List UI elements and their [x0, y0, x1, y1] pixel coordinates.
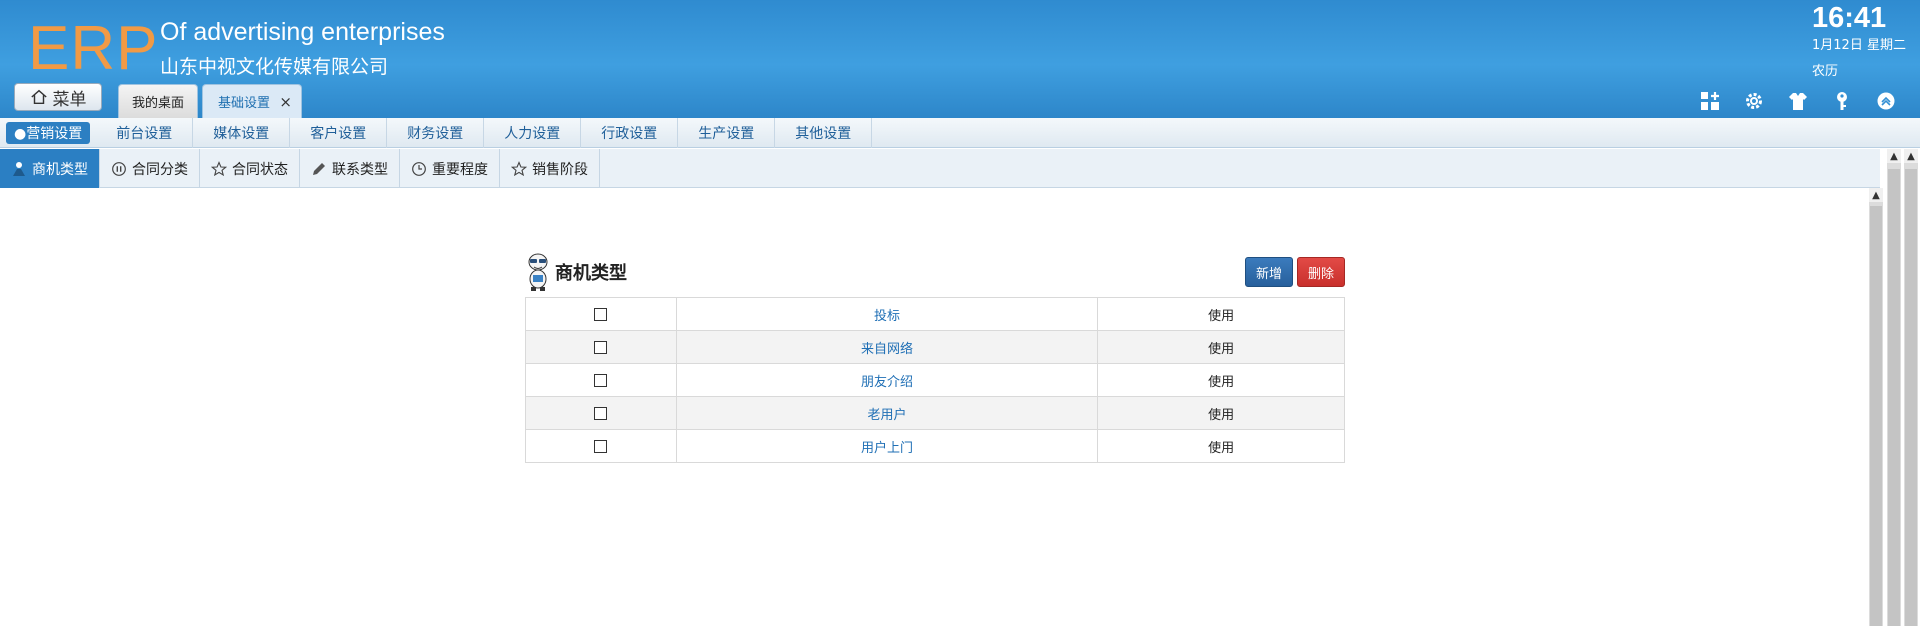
type-status: 使用 [1097, 330, 1345, 364]
type-tab-bar: 商机类型 合同分类 合同状态 联系类型 重要程度 销售阶段 [0, 149, 1880, 188]
outer-scrollbar-2[interactable]: ▲ [1904, 149, 1918, 626]
panel-title-text: 商机类型 [555, 263, 627, 284]
typetab-label: 合同分类 [132, 161, 188, 178]
clock-icon [412, 161, 426, 176]
type-name-link[interactable]: 朋友介绍 [675, 363, 1099, 397]
typetab-contract-status[interactable]: 合同状态 [200, 149, 300, 188]
home-icon [30, 89, 47, 105]
type-name-link[interactable]: 来自网络 [675, 330, 1099, 364]
company-name-en: Of advertising enterprises [160, 18, 445, 46]
type-name-link[interactable]: 用户上门 [675, 429, 1099, 463]
typetab-label: 合同状态 [232, 161, 288, 178]
chevron-up-icon[interactable] [1874, 89, 1898, 113]
subnav-hr[interactable]: 人力设置 [484, 117, 582, 148]
company-name-cn: 山东中视文化传媒有限公司 [160, 56, 389, 78]
panel-title: 商机类型 [525, 252, 627, 292]
app-header: ERP Of advertising enterprises 山东中视文化传媒有… [0, 0, 1920, 118]
scroll-thumb[interactable] [1888, 169, 1900, 626]
add-button[interactable]: 新增 [1244, 257, 1293, 287]
opportunity-type-table: 投标 使用 来自网络 使用 朋友介绍 使用 老用户 使用 用户上门 使用 [525, 297, 1345, 463]
table-row: 来自网络 使用 [525, 330, 1345, 364]
subnav-production[interactable]: 生产设置 [678, 117, 776, 148]
key-icon[interactable] [1830, 89, 1854, 113]
typetab-contact-type[interactable]: 联系类型 [300, 149, 400, 188]
person-icon [13, 161, 25, 176]
select-cell [525, 429, 677, 463]
pencil-icon [313, 162, 325, 175]
tab-label: 基础设置 [218, 96, 271, 111]
star-icon [511, 160, 527, 176]
type-status: 使用 [1097, 363, 1345, 397]
mascot-icon [528, 253, 548, 291]
outer-scrollbar[interactable]: ▲ [1887, 149, 1901, 626]
scroll-up-icon[interactable]: ▲ [1904, 149, 1918, 163]
header-toolbar [1698, 89, 1898, 113]
row-checkbox[interactable] [594, 406, 608, 420]
subnav-finance[interactable]: 财务设置 [387, 117, 485, 148]
typetab-label: 重要程度 [432, 161, 488, 178]
settings-nav: ●营销设置 前台设置 媒体设置 客户设置 财务设置 人力设置 行政设置 生产设置… [0, 117, 1920, 148]
clock-time: 16:41 [1812, 2, 1887, 34]
typetab-contract-category[interactable]: 合同分类 [100, 149, 200, 188]
gear-icon[interactable] [1742, 89, 1766, 113]
subnav-marketing[interactable]: ●营销设置 [6, 121, 91, 144]
tab-my-desktop[interactable]: 我的桌面 [118, 84, 198, 118]
table-row: 老用户 使用 [525, 396, 1345, 430]
close-icon[interactable]: × [279, 93, 292, 111]
row-checkbox[interactable] [594, 373, 608, 387]
panel-actions: 新增 删除 [1244, 257, 1345, 287]
typetab-sales-stage[interactable]: 销售阶段 [500, 149, 600, 188]
panel-header: 商机类型 新增 删除 [525, 248, 1345, 296]
typetab-importance[interactable]: 重要程度 [400, 149, 500, 188]
select-cell [525, 330, 677, 364]
delete-button[interactable]: 删除 [1296, 257, 1345, 287]
subnav-media[interactable]: 媒体设置 [193, 117, 291, 148]
dashboard-add-icon[interactable] [1698, 89, 1722, 113]
table-row: 投标 使用 [525, 297, 1345, 331]
scroll-thumb[interactable] [1870, 206, 1882, 626]
table-row: 朋友介绍 使用 [525, 363, 1345, 397]
tab-label: 我的桌面 [131, 96, 184, 111]
table-row: 用户上门 使用 [525, 429, 1345, 463]
subnav-frontdesk[interactable]: 前台设置 [96, 117, 194, 148]
tab-basic-settings[interactable]: 基础设置 × [202, 84, 302, 118]
select-cell [525, 297, 677, 331]
subnav-other[interactable]: 其他设置 [775, 117, 873, 148]
menu-button-label: 菜单 [52, 89, 87, 110]
typetab-label: 销售阶段 [532, 161, 588, 178]
scroll-thumb[interactable] [1905, 169, 1917, 626]
top-tab-bar: 我的桌面 基础设置 × [118, 84, 302, 118]
subnav-customer[interactable]: 客户设置 [290, 117, 388, 148]
typetab-label: 商机类型 [32, 161, 88, 178]
row-checkbox[interactable] [594, 439, 608, 453]
select-cell [525, 363, 677, 397]
type-status: 使用 [1097, 297, 1345, 331]
erp-logo: ERP [28, 14, 159, 83]
select-cell [525, 396, 677, 430]
typetab-label: 联系类型 [332, 161, 388, 178]
star-icon [211, 160, 227, 176]
lunar-calendar-link[interactable]: 农历 [1812, 60, 1838, 79]
clock-date: 1月12日 星期二 [1812, 38, 1906, 53]
typetab-opportunity-type[interactable]: 商机类型 [0, 149, 100, 188]
type-status: 使用 [1097, 429, 1345, 463]
content-scrollbar[interactable]: ▲ [1869, 188, 1883, 626]
type-name-link[interactable]: 投标 [675, 297, 1099, 331]
type-status: 使用 [1097, 396, 1345, 430]
scroll-up-icon[interactable]: ▲ [1887, 149, 1901, 163]
shirt-icon[interactable] [1786, 89, 1810, 113]
row-checkbox[interactable] [594, 307, 608, 321]
row-checkbox[interactable] [594, 340, 608, 354]
menu-button[interactable]: 菜单 [14, 83, 102, 111]
pause-circle-icon [112, 161, 126, 176]
subnav-admin[interactable]: 行政设置 [581, 117, 679, 148]
scroll-up-icon[interactable]: ▲ [1869, 188, 1883, 202]
type-name-link[interactable]: 老用户 [675, 396, 1099, 430]
opportunity-type-panel: 商机类型 新增 删除 投标 使用 来自网络 使用 朋友介绍 使用 老用户 使用 [525, 248, 1345, 463]
